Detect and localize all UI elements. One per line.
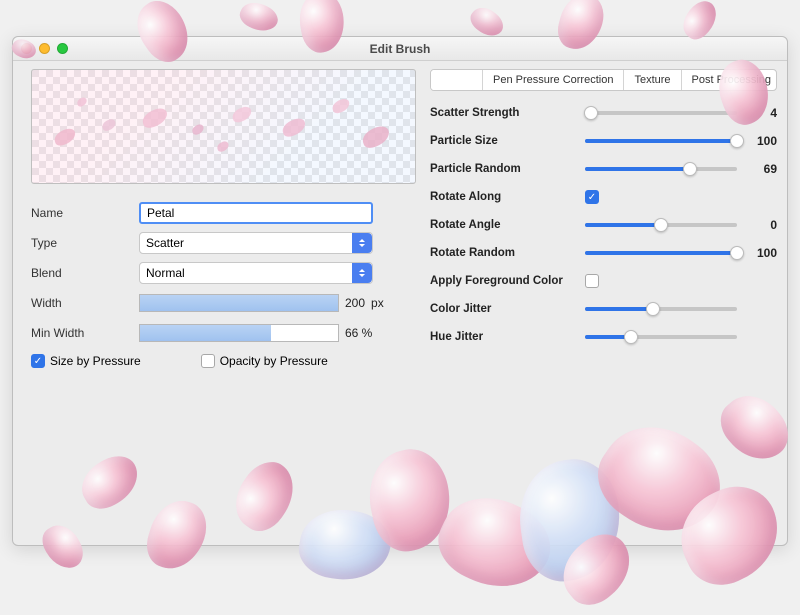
brush-form: Name Type Scatter Blend [31, 200, 416, 368]
width-label: Width [31, 296, 139, 310]
opacity-by-pressure-checkbox[interactable]: Opacity by Pressure [201, 354, 328, 368]
chevron-updown-icon [352, 263, 372, 283]
content: Name Type Scatter Blend [13, 61, 787, 545]
size-by-pressure-label: Size by Pressure [50, 354, 141, 368]
edit-brush-window: Edit Brush Name [12, 36, 788, 546]
hue-jitter-slider[interactable] [585, 335, 737, 339]
tab-scatter[interactable] [431, 70, 483, 90]
type-label: Type [31, 236, 139, 250]
particle-random-label: Particle Random [430, 163, 575, 175]
particle-size-value: 100 [747, 134, 777, 148]
scatter-strength-slider[interactable] [585, 111, 737, 115]
particle-random-slider[interactable] [585, 167, 737, 171]
minwidth-label: Min Width [31, 326, 139, 340]
name-label: Name [31, 206, 139, 220]
checkbox-icon: ✓ [31, 354, 45, 368]
blend-select[interactable]: Normal [139, 262, 373, 284]
width-bar[interactable] [139, 294, 339, 312]
rotate-random-value: 100 [747, 246, 777, 260]
width-value: 200 [345, 296, 365, 310]
rotate-along-label: Rotate Along [430, 191, 575, 203]
color-jitter-slider[interactable] [585, 307, 737, 311]
size-by-pressure-checkbox[interactable]: ✓ Size by Pressure [31, 354, 141, 368]
left-panel: Name Type Scatter Blend [31, 69, 416, 535]
tab-post-processing[interactable]: Post Processing [682, 70, 777, 90]
tab-pen-pressure[interactable]: Pen Pressure Correction [483, 70, 624, 90]
particle-random-value: 69 [747, 162, 777, 176]
rotate-angle-label: Rotate Angle [430, 219, 575, 231]
checkbox-icon [201, 354, 215, 368]
window-title: Edit Brush [13, 42, 787, 56]
rotate-random-slider[interactable] [585, 251, 737, 255]
chevron-updown-icon [352, 233, 372, 253]
rotate-angle-slider[interactable] [585, 223, 737, 227]
right-panel: Pen Pressure Correction Texture Post Pro… [430, 69, 777, 535]
scatter-strength-value: 4 [747, 106, 777, 120]
width-unit: px [371, 296, 384, 310]
titlebar: Edit Brush [13, 37, 787, 61]
tab-bar: Pen Pressure Correction Texture Post Pro… [430, 69, 777, 91]
particle-size-label: Particle Size [430, 135, 575, 147]
brush-preview [31, 69, 416, 184]
type-select[interactable]: Scatter [139, 232, 373, 254]
name-input[interactable] [139, 202, 373, 224]
close-icon[interactable] [21, 43, 32, 54]
apply-fg-label: Apply Foreground Color [430, 275, 575, 287]
blend-label: Blend [31, 266, 139, 280]
minwidth-bar[interactable] [139, 324, 339, 342]
minwidth-value: 66 % [345, 326, 372, 340]
tab-texture[interactable]: Texture [624, 70, 681, 90]
scatter-strength-label: Scatter Strength [430, 107, 575, 119]
zoom-icon[interactable] [57, 43, 68, 54]
particle-size-slider[interactable] [585, 139, 737, 143]
minimize-icon[interactable] [39, 43, 50, 54]
scatter-panel: Scatter Strength 4 Particle Size 100 Par… [430, 99, 777, 351]
blend-value: Normal [146, 266, 185, 280]
type-value: Scatter [146, 236, 184, 250]
apply-fg-checkbox[interactable] [585, 274, 599, 288]
rotate-random-label: Rotate Random [430, 247, 575, 259]
opacity-by-pressure-label: Opacity by Pressure [220, 354, 328, 368]
rotate-along-checkbox[interactable]: ✓ [585, 190, 599, 204]
hue-jitter-label: Hue Jitter [430, 331, 575, 343]
window-controls [21, 43, 68, 54]
color-jitter-label: Color Jitter [430, 303, 575, 315]
rotate-angle-value: 0 [747, 218, 777, 232]
